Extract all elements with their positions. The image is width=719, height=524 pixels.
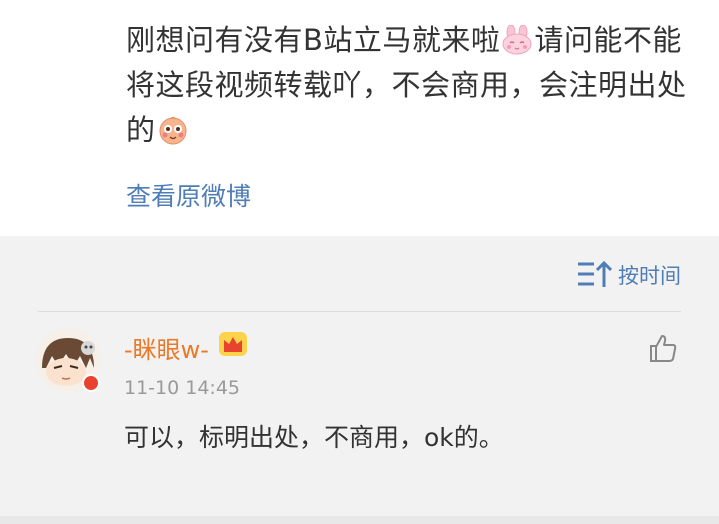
- post-text: 刚想问有没有B站立马就来啦 请问能不能将这段视频转载吖，不会商用，会注明出处的: [126, 18, 706, 153]
- comment-text: 可以，标明出处，不商用，ok的。: [124, 423, 504, 452]
- comment-username[interactable]: -眯眼w-: [124, 330, 209, 365]
- rabbit-emoji-icon: [501, 23, 533, 55]
- verified-badge: [82, 374, 100, 392]
- comment-timestamp: 11-10 14:45: [124, 377, 241, 399]
- bottom-strip: [0, 516, 719, 524]
- sort-icon: [578, 260, 612, 287]
- post-text-part-1: 刚想问有没有B站立马就来啦: [126, 23, 501, 57]
- comments-panel: 按时间 -眯眼w- 11-10 14:45 可以，标明出处，不商用，ok的。: [0, 236, 719, 524]
- original-post: 刚想问有没有B站立马就来啦 请问能不能将这段视频转载吖，不会商用，会注明出处的: [0, 0, 719, 236]
- divider: [38, 311, 681, 312]
- like-icon[interactable]: [647, 332, 679, 364]
- view-original-link[interactable]: 查看原微博: [126, 177, 251, 213]
- sort-by-time-button[interactable]: 按时间: [576, 258, 681, 292]
- vip-crown-icon[interactable]: [218, 331, 248, 357]
- shy-face-emoji-icon: [157, 113, 189, 145]
- sort-label: 按时间: [618, 264, 681, 288]
